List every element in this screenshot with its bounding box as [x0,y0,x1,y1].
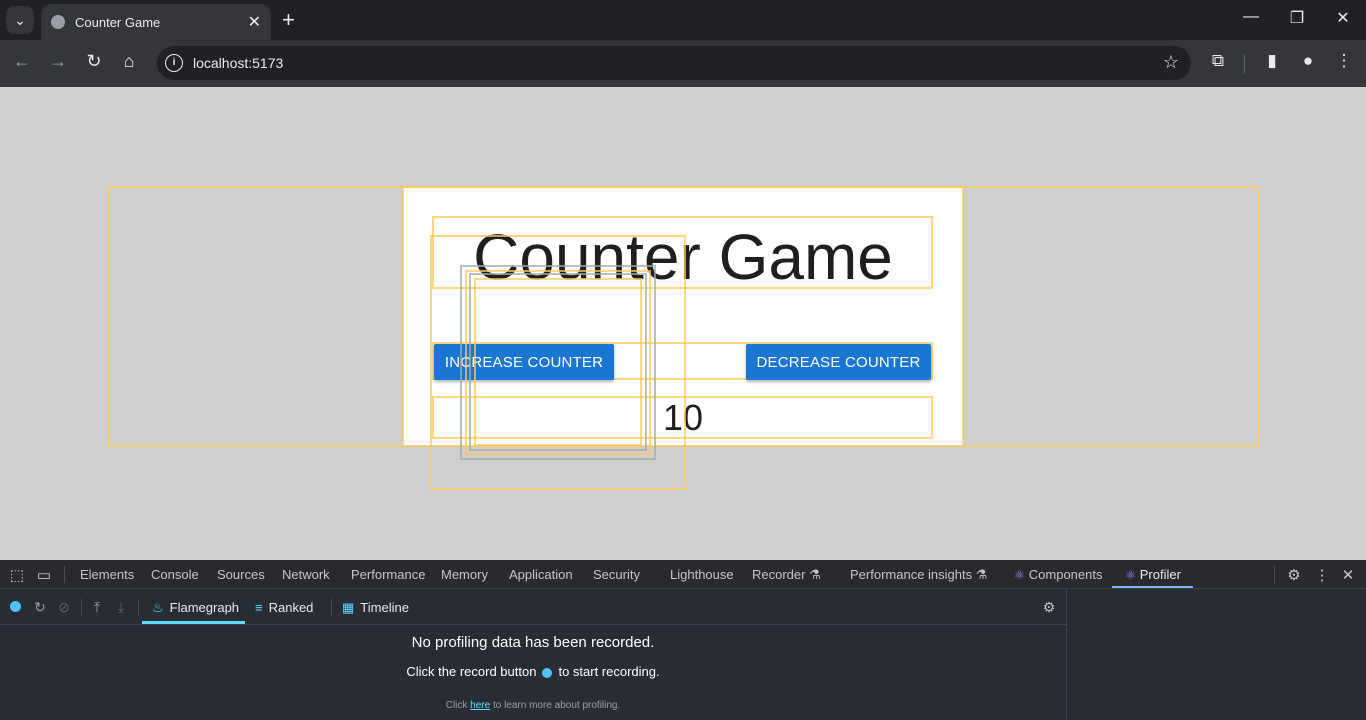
tab-components[interactable]: ⚛ Components [1014,567,1102,582]
flask-icon: ⚗ [809,567,821,582]
star-icon[interactable]: ☆ [1163,52,1179,73]
arrow-right-icon[interactable]: → [46,51,70,72]
profile-icon[interactable]: ● [1296,51,1320,71]
tab-ranked[interactable]: ≡ Ranked [255,600,313,615]
info-icon[interactable]: i [165,54,183,72]
tab-performance-insights[interactable]: Performance insights ⚗ [850,567,987,583]
tab-recorder[interactable]: Recorder ⚗ [752,567,821,583]
restore-icon[interactable]: ❐ [1282,8,1312,28]
record-button[interactable] [10,601,21,612]
gear-icon[interactable]: ⚙ [1285,566,1303,584]
close-icon[interactable]: ✕ [248,12,261,32]
profiler-sidebar [1066,589,1366,720]
chevron-down-icon: ⌄ [14,11,26,28]
profiler-toolbar: ↻ ⊘ ⤒ ⤓ ♨ Flamegraph ≡ Ranked ▦ Timeline ⚙ [0,589,1066,625]
globe-icon [51,15,65,29]
puzzle-icon[interactable]: ⧉ [1206,51,1230,71]
download-icon[interactable]: ⤓ [113,599,129,616]
highlight-overlay-e [474,278,642,446]
devtools-tab-bar: ⬚ ▭ Elements Console Sources Network Per… [0,560,1366,589]
tab-strip: ⌄ Counter Game ✕ + — ❐ ✕ [0,0,1366,40]
learn-more-link[interactable]: here [470,700,490,711]
tab-sources[interactable]: Sources [217,567,265,582]
gear-icon[interactable]: ⚙ [1041,599,1057,616]
reload-and-profile-icon[interactable]: ↻ [32,599,48,616]
tab-timeline[interactable]: ▦ Timeline [342,600,409,616]
devtools-separator [1274,566,1275,583]
arrow-left-icon[interactable]: ← [10,51,34,72]
minimize-icon[interactable]: — [1236,8,1266,26]
tab-console[interactable]: Console [151,567,199,582]
side-panel-icon[interactable]: ▮ [1260,51,1284,71]
toolbar-separator [331,599,332,616]
home-icon[interactable]: ⌂ [117,51,141,72]
toolbar: ← → ↻ ⌂ i localhost:5173 ☆ ⧉ ▮ ● ⋮ [0,40,1366,87]
tab-profiler[interactable]: ⚛ Profiler [1125,567,1181,582]
tab-network[interactable]: Network [282,567,330,582]
react-icon: ⚛ [1125,568,1136,582]
kebab-menu-icon[interactable]: ⋮ [1332,51,1356,71]
kebab-menu-icon[interactable]: ⋮ [1313,566,1331,584]
learn-more-text: Click here to learn more about profiling… [445,700,621,711]
device-toolbar-icon[interactable]: ▭ [35,566,53,584]
tab-security[interactable]: Security [593,567,640,582]
active-tab-indicator [1112,586,1193,588]
flame-icon: ♨ [152,600,164,615]
devtools-panel: ⬚ ▭ Elements Console Sources Network Per… [0,560,1366,720]
plus-icon[interactable]: + [282,7,295,33]
react-icon: ⚛ [1014,568,1025,582]
tab-performance[interactable]: Performance [351,567,425,582]
calendar-icon: ▦ [342,600,355,615]
tab-search-button[interactable]: ⌄ [6,6,34,34]
record-dot-icon [542,667,553,678]
empty-state-title: No profiling data has been recorded. [411,634,655,651]
ranked-icon: ≡ [255,600,263,615]
upload-icon[interactable]: ⤒ [89,599,105,616]
decrease-counter-button[interactable]: DECREASE COUNTER [746,344,931,380]
browser-tab[interactable]: Counter Game ✕ [41,4,271,40]
address-bar[interactable]: i localhost:5173 ☆ [157,46,1191,80]
tab-lighthouse[interactable]: Lighthouse [670,567,734,582]
window-close-icon[interactable]: ✕ [1328,8,1358,28]
clear-icon[interactable]: ⊘ [56,599,72,616]
tab-elements[interactable]: Elements [80,567,134,582]
url-text[interactable]: localhost:5173 [193,55,283,71]
profiler-active-tab-indicator [142,621,245,624]
tab-flamegraph[interactable]: ♨ Flamegraph [152,600,239,616]
reload-icon[interactable]: ↻ [82,51,106,72]
toolbar-separator [1244,55,1245,73]
inspect-element-icon[interactable]: ⬚ [8,566,26,584]
empty-state-hint: Click the record button to start recordin… [406,664,660,679]
tab-title: Counter Game [75,14,161,30]
tab-application[interactable]: Application [509,567,573,582]
tab-memory[interactable]: Memory [441,567,488,582]
devtools-separator [64,566,65,583]
toolbar-separator [81,599,82,616]
toolbar-separator [138,599,139,616]
close-icon[interactable]: ✕ [1339,566,1357,584]
flask-icon: ⚗ [975,567,988,582]
